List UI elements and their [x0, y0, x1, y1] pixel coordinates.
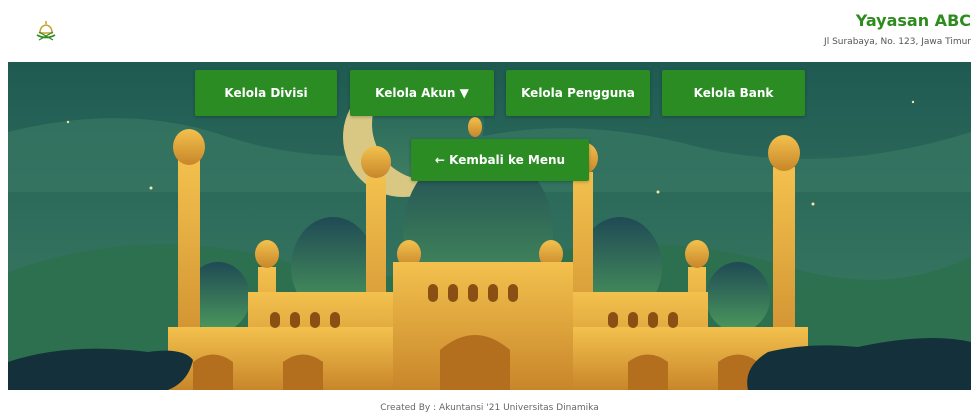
kelola-divisi-button[interactable]: Kelola Divisi — [195, 70, 337, 116]
kelola-pengguna-button[interactable]: Kelola Pengguna — [506, 70, 650, 116]
org-name: Yayasan ABC — [855, 11, 971, 30]
mosque-logo-icon — [33, 18, 59, 44]
org-address: Jl Surabaya, No. 123, Jawa Timur — [824, 37, 971, 47]
footer-credit: Created By : Akuntansi '21 Universitas D… — [380, 403, 599, 413]
kelola-bank-button[interactable]: Kelola Bank — [662, 70, 805, 116]
back-to-menu-button[interactable]: ← Kembali ke Menu — [411, 139, 589, 181]
header: Yayasan ABC Jl Surabaya, No. 123, Jawa T… — [0, 0, 979, 62]
kelola-akun-dropdown[interactable]: Kelola Akun ▼ — [350, 70, 494, 116]
